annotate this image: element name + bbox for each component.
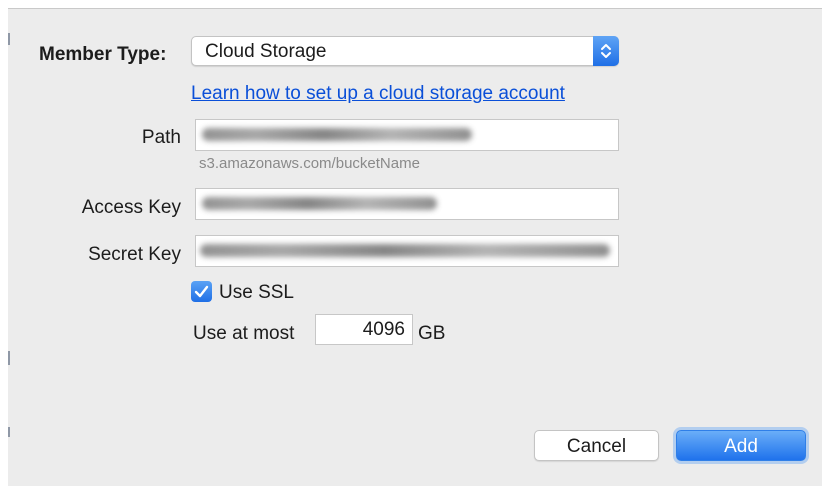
member-type-popup[interactable]: Cloud Storage <box>191 36 619 66</box>
redacted-value <box>200 244 610 257</box>
quota-input[interactable]: 4096 <box>315 314 413 345</box>
redacted-value <box>202 197 437 210</box>
quota-prefix-label: Use at most <box>193 323 295 344</box>
member-type-value: Cloud Storage <box>205 41 327 62</box>
use-ssl-checkbox[interactable] <box>191 281 212 302</box>
cloud-storage-help-link[interactable]: Learn how to set up a cloud storage acco… <box>191 83 565 105</box>
member-type-label: Member Type: <box>39 44 167 65</box>
quota-unit-label: GB <box>418 323 446 344</box>
add-member-sheet: Member Type: Cloud Storage Learn how to … <box>8 8 822 486</box>
access-key-field[interactable] <box>195 188 619 220</box>
secret-key-label: Secret Key <box>88 244 181 265</box>
path-field[interactable] <box>195 119 619 151</box>
cancel-button[interactable]: Cancel <box>534 430 659 461</box>
checkmark-icon <box>194 285 209 298</box>
window-edge-mark <box>8 427 10 437</box>
window-edge-mark <box>8 351 10 365</box>
window-edge-mark <box>8 33 10 45</box>
secret-key-field[interactable] <box>195 235 619 267</box>
path-label: Path <box>141 127 181 148</box>
access-key-label: Access Key <box>81 197 181 218</box>
chevron-up-down-icon <box>593 36 619 66</box>
path-hint: s3.amazonaws.com/bucketName <box>199 155 420 172</box>
add-button[interactable]: Add <box>676 430 806 461</box>
use-ssl-label: Use SSL <box>219 282 294 303</box>
redacted-value <box>202 128 472 141</box>
